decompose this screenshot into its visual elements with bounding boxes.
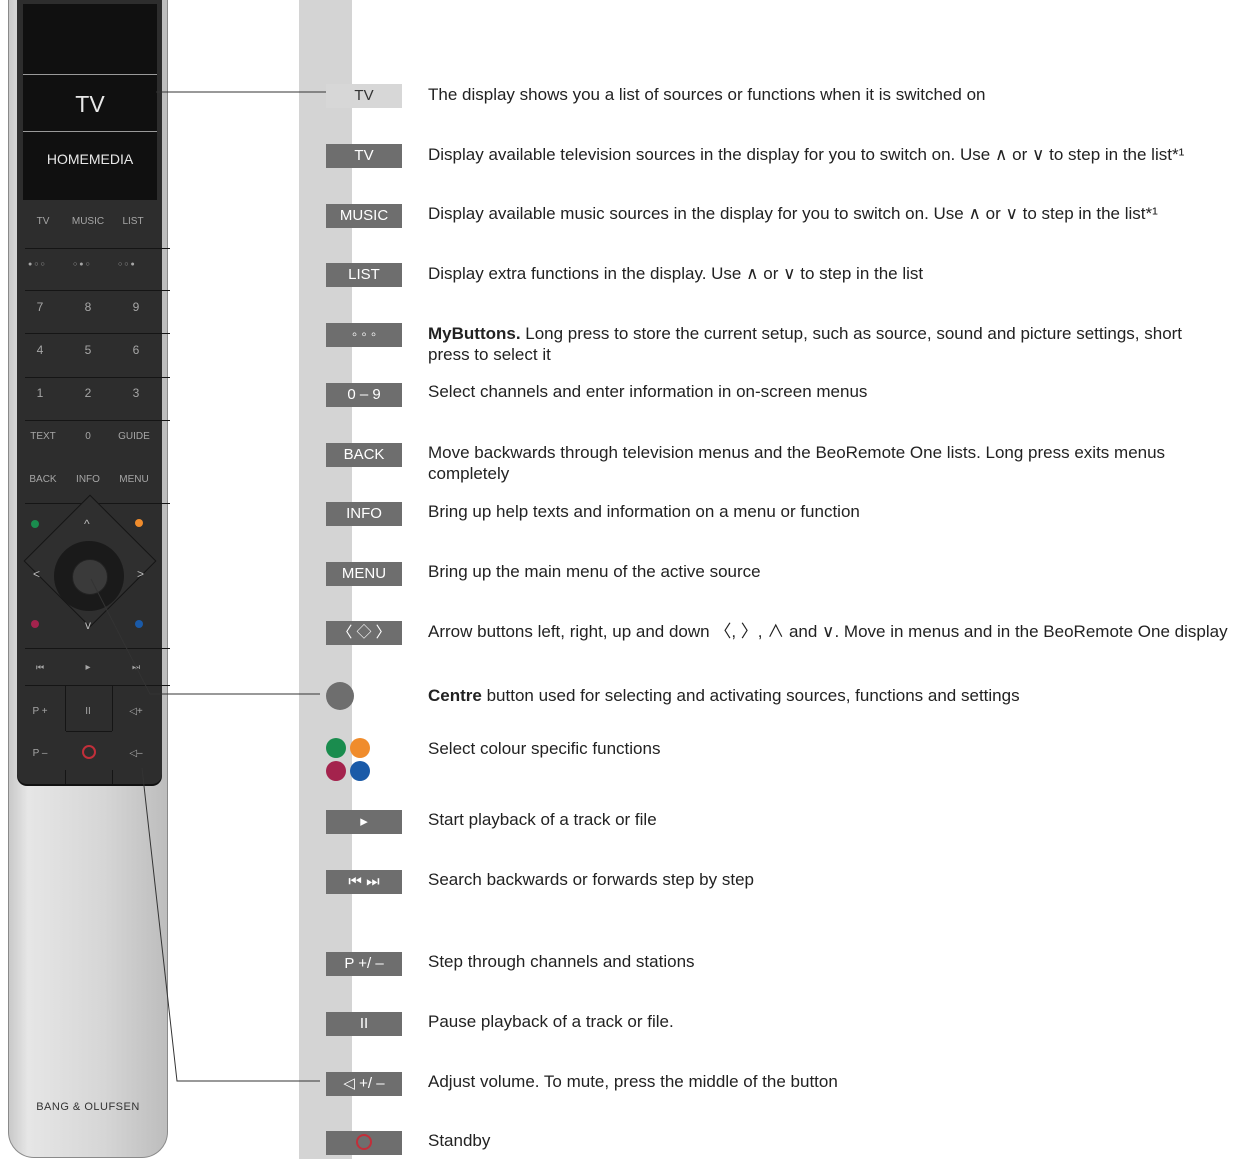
legend-key-display: TV bbox=[326, 84, 402, 108]
legend-text-tv: Display available television sources in … bbox=[428, 145, 1185, 164]
legend-key-mybuttons: ◦ ◦ ◦ bbox=[326, 323, 402, 347]
legend-text-volume: Adjust volume. To mute, press the middle… bbox=[428, 1072, 838, 1091]
legend-rest-mybuttons: Long press to store the current setup, s… bbox=[428, 324, 1183, 364]
legend-text-centre: Centre button used for selecting and act… bbox=[428, 685, 1228, 706]
legend-key-program: P +/ – bbox=[326, 952, 402, 976]
legend-text-pause: Pause playback of a track or file. bbox=[428, 1012, 674, 1031]
standby-icon bbox=[356, 1134, 372, 1151]
legend-key-play: ▸ bbox=[326, 810, 402, 834]
legend-key-pause: II bbox=[326, 1012, 402, 1036]
legend-text-search: Search backwards or forwards step by ste… bbox=[428, 870, 754, 889]
legend-key-arrows: 〈 ◇ 〉 bbox=[326, 621, 402, 645]
legend-key-list: LIST bbox=[326, 263, 402, 287]
legend-key-menu: MENU bbox=[326, 562, 402, 586]
legend-key-centre bbox=[326, 682, 354, 710]
legend-key-back: BACK bbox=[326, 443, 402, 467]
legend-text-digits: Select channels and enter information in… bbox=[428, 382, 868, 401]
legend-green-swatch bbox=[326, 738, 346, 758]
legend-red-swatch bbox=[326, 761, 346, 781]
legend-key-music: MUSIC bbox=[326, 204, 402, 228]
legend-text-play: Start playback of a track or file bbox=[428, 810, 657, 829]
legend-text-info: Bring up help texts and information on a… bbox=[428, 502, 860, 521]
legend-key-digits: 0 – 9 bbox=[326, 383, 402, 407]
legend-blue-swatch bbox=[350, 761, 370, 781]
legend-text-program: Step through channels and stations bbox=[428, 952, 695, 971]
legend-text-colour: Select colour specific functions bbox=[428, 739, 661, 758]
legend-bold-centre: Centre bbox=[428, 686, 482, 705]
legend-text-mybuttons: MyButtons. Long press to store the curre… bbox=[428, 323, 1228, 365]
leader-centre bbox=[90, 578, 320, 695]
legend-key-tv: TV bbox=[326, 144, 402, 168]
legend-key-info: INFO bbox=[326, 502, 402, 526]
legend-text-back: Move backwards through television menus … bbox=[428, 443, 1166, 483]
legend-orange-swatch bbox=[350, 738, 370, 758]
legend-bold-mybuttons: MyButtons. bbox=[428, 324, 521, 343]
leader-volume bbox=[141, 767, 320, 1082]
legend-text-music: Display available music sources in the d… bbox=[428, 204, 1158, 223]
legend-text-menu: Bring up the main menu of the active sou… bbox=[428, 562, 761, 581]
legend-key-standby bbox=[326, 1131, 402, 1155]
legend-key-search: ⏮ ⏭ bbox=[326, 870, 402, 894]
legend-text-list: Display extra functions in the display. … bbox=[428, 264, 924, 283]
legend-text-arrows: Arrow buttons left, right, up and down 〈… bbox=[428, 622, 1228, 641]
legend-key-volume: ◁ +/ – bbox=[326, 1072, 402, 1096]
legend-text-display: The display shows you a list of sources … bbox=[428, 85, 986, 104]
legend-text-standby: Standby bbox=[428, 1131, 491, 1150]
legend-rest-centre: button used for selecting and activating… bbox=[481, 686, 1020, 705]
